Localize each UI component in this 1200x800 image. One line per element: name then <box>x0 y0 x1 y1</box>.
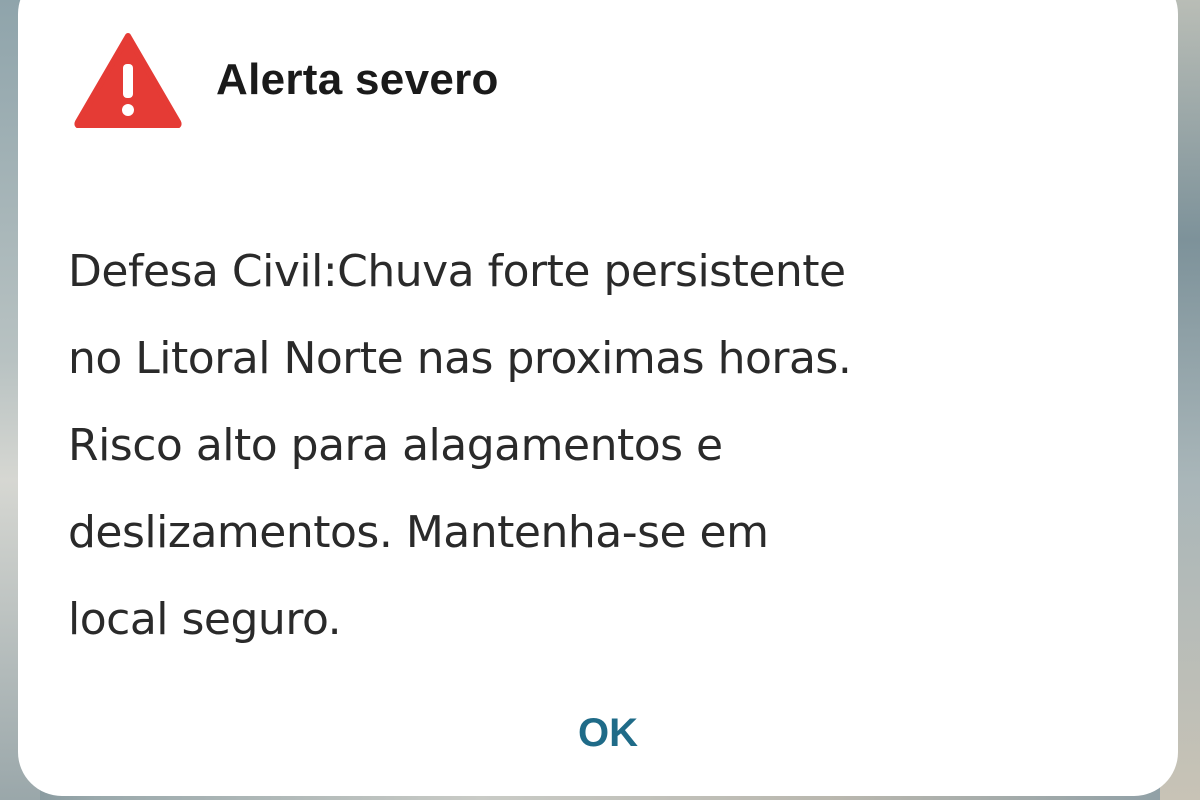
warning-triangle-icon <box>74 33 182 128</box>
alert-title: Alerta severo <box>216 55 499 104</box>
ok-button[interactable]: OK <box>538 698 678 768</box>
alert-message: Defesa Civil:Chuva forte persistente no … <box>68 246 852 645</box>
alert-header: Alerta severo <box>74 30 499 130</box>
severe-alert-dialog: Alerta severo Defesa Civil:Chuva forte p… <box>18 0 1178 796</box>
